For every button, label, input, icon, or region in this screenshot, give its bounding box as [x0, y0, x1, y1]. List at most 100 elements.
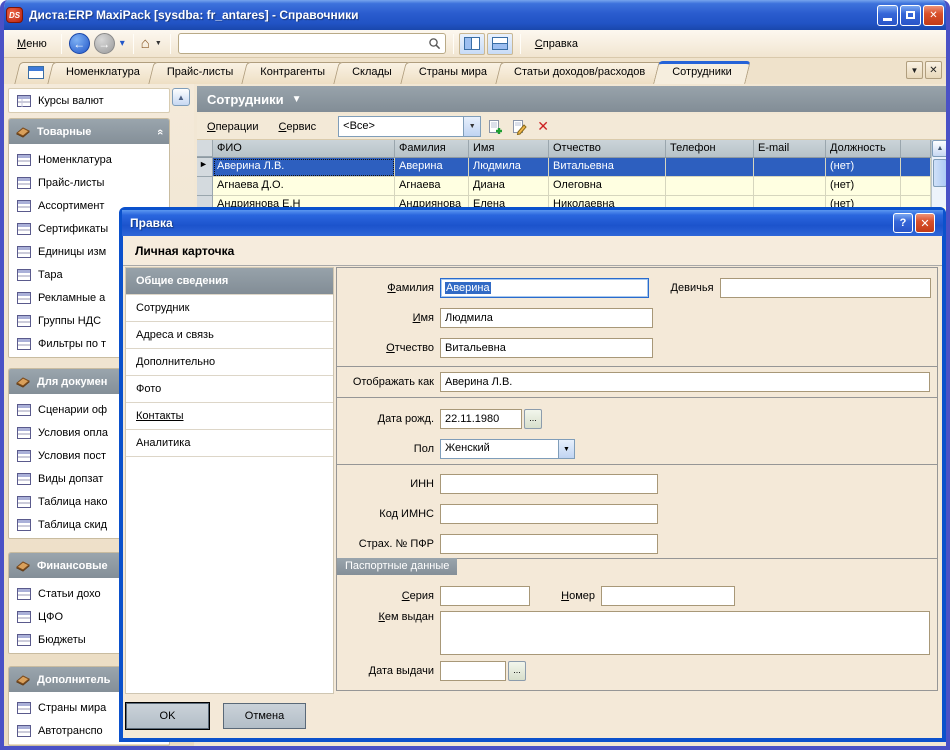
search-box[interactable] — [178, 33, 446, 54]
book-icon — [15, 673, 31, 687]
toolbar-separator — [453, 34, 454, 54]
maiden-name-field[interactable] — [720, 278, 931, 298]
tab-stati-dohodov[interactable]: Статьи доходов/расходов — [498, 62, 661, 84]
operations-menu[interactable]: Операции — [197, 117, 268, 137]
tab-strany-mira[interactable]: Страны мира — [403, 62, 503, 84]
column-header[interactable]: Телефон — [666, 140, 754, 157]
dialog-nav-foto[interactable]: Фото — [126, 376, 333, 403]
list-icon — [17, 95, 31, 107]
dialog-nav-dopolnitelno[interactable]: Дополнительно — [126, 349, 333, 376]
scrollbar-thumb[interactable] — [933, 159, 947, 187]
toolbar-separator — [61, 34, 62, 54]
sidebar-item-kursy-valyut[interactable]: Курсы валют — [8, 88, 170, 113]
ok-button[interactable]: OK — [126, 703, 209, 729]
column-header[interactable]: Отчество — [549, 140, 666, 157]
forward-icon: → — [98, 37, 110, 51]
middle-name-label: Отчество — [343, 342, 440, 354]
tax-ids-group: ИНН Код ИМНС Страх. № ПФР — [336, 464, 938, 559]
list-icon — [17, 315, 31, 327]
combobox-dropdown-icon[interactable]: ▼ — [463, 117, 480, 136]
add-record-button[interactable] — [485, 117, 505, 137]
search-icon — [428, 37, 441, 50]
list-icon — [17, 404, 31, 416]
layout-bottom-panel-button[interactable] — [487, 33, 513, 55]
sidebar-scroll-up-button[interactable]: ▲ — [172, 88, 190, 106]
help-button[interactable]: Справка — [526, 34, 587, 54]
collapse-icon[interactable]: « — [154, 128, 166, 134]
table-row[interactable]: ► Аверина Л.В. Аверина Людмила Витальевн… — [197, 158, 948, 177]
gender-select[interactable]: Женский ▼ — [440, 439, 575, 459]
edit-record-button[interactable] — [509, 117, 529, 137]
last-name-field[interactable]: Аверина — [440, 278, 649, 298]
column-header[interactable]: Имя — [469, 140, 549, 157]
minimize-button[interactable] — [877, 5, 898, 26]
scroll-up-icon[interactable]: ▲ — [932, 140, 948, 157]
select-dropdown-icon[interactable]: ▼ — [558, 440, 574, 458]
tab-nomenklatura[interactable]: Номенклатура — [50, 62, 156, 84]
issue-date-picker-button[interactable]: ... — [508, 661, 526, 681]
dialog-nav-sotrudnik[interactable]: Сотрудник — [126, 295, 333, 322]
tab-price-lists[interactable]: Прайс-листы — [151, 62, 249, 84]
tab-kontragenty[interactable]: Контрагенты — [244, 62, 341, 84]
close-button[interactable]: ✕ — [923, 5, 944, 26]
left-panel-icon — [464, 37, 480, 50]
dialog-help-button[interactable]: ? — [893, 213, 913, 233]
birth-date-field[interactable] — [440, 409, 522, 429]
list-icon — [17, 292, 31, 304]
column-header[interactable]: ФИО — [213, 140, 395, 157]
number-field[interactable] — [601, 586, 735, 606]
section-menu-icon[interactable]: ▼ — [292, 94, 302, 105]
maximize-button[interactable] — [900, 5, 921, 26]
list-icon — [17, 450, 31, 462]
tab-sotrudniki[interactable]: Сотрудники — [656, 61, 748, 84]
display-as-field[interactable] — [440, 372, 930, 392]
table-row[interactable]: Агнаева Д.О. Агнаева Диана Олеговна (нет… — [197, 177, 948, 196]
column-header[interactable]: Должность — [826, 140, 901, 157]
pfr-number-field[interactable] — [440, 534, 658, 554]
list-icon — [17, 496, 31, 508]
dialog-nav-kontakty[interactable]: Контакты — [126, 403, 333, 430]
column-header[interactable]: Фамилия — [395, 140, 469, 157]
dialog-nav-analitika[interactable]: Аналитика — [126, 430, 333, 457]
layout-left-panel-button[interactable] — [459, 33, 485, 55]
issued-by-field[interactable] — [440, 611, 930, 655]
imns-code-field[interactable] — [440, 504, 658, 524]
tab-sklady[interactable]: Склады — [336, 62, 408, 84]
toolbar-separator — [170, 34, 171, 54]
menu-button[interactable]: Меню — [8, 34, 56, 54]
home-dropdown-icon[interactable]: ▼ — [155, 40, 162, 47]
sidebar-item[interactable]: Номенклатура — [9, 148, 169, 171]
list-icon — [17, 154, 31, 166]
tab-close-button[interactable]: ✕ — [925, 61, 942, 79]
delete-record-button[interactable]: ✕ — [533, 117, 553, 137]
list-icon — [17, 223, 31, 235]
birth-date-picker-button[interactable]: ... — [524, 409, 542, 429]
search-input[interactable] — [183, 38, 428, 50]
column-header[interactable]: E-mail — [754, 140, 826, 157]
first-name-field[interactable] — [440, 308, 653, 328]
cancel-button[interactable]: Отмена — [223, 703, 306, 729]
middle-name-field[interactable] — [440, 338, 653, 358]
forward-button[interactable]: → — [94, 33, 115, 54]
delete-icon: ✕ — [537, 118, 549, 135]
sidebar-item[interactable]: Прайс-листы — [9, 171, 169, 194]
inn-field[interactable] — [440, 474, 658, 494]
last-name-label: Фамилия — [343, 282, 440, 294]
service-menu[interactable]: Сервис — [268, 117, 326, 137]
filter-combobox[interactable]: <Все> ▼ — [338, 116, 481, 137]
dialog-nav-obshchie-svedeniya[interactable]: Общие сведения — [126, 268, 333, 295]
issue-date-field[interactable] — [440, 661, 506, 681]
sidebar-group-header[interactable]: Товарные « — [9, 119, 169, 144]
list-icon — [17, 338, 31, 350]
dialog-close-button[interactable]: ✕ — [915, 213, 935, 233]
table-vertical-scrollbar[interactable]: ▲ — [931, 140, 948, 207]
back-button[interactable]: ← — [69, 33, 90, 54]
dialog-nav-adresa-i-svyaz[interactable]: Адреса и связь — [126, 322, 333, 349]
series-field[interactable] — [440, 586, 530, 606]
list-icon — [17, 246, 31, 258]
list-icon — [17, 634, 31, 646]
home-icon[interactable]: ⌂ — [141, 35, 150, 52]
tab-list-dropdown-button[interactable]: ▼ — [906, 61, 923, 79]
history-dropdown-icon[interactable]: ▾ — [120, 38, 125, 49]
display-as-label: Отображать как — [343, 376, 440, 388]
